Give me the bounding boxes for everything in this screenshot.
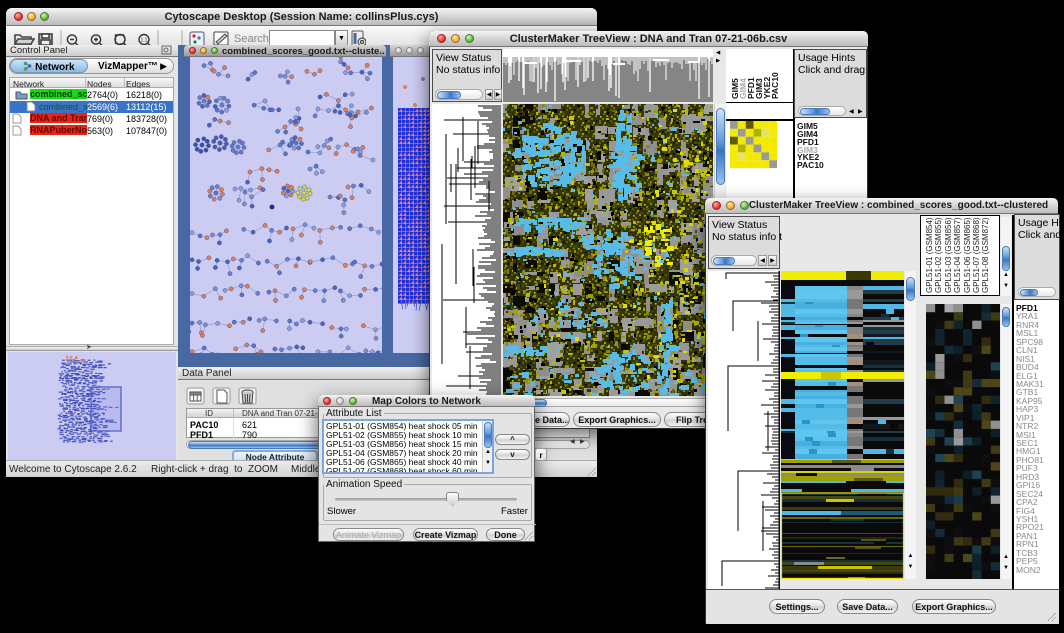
svg-text:1:1: 1:1	[141, 38, 148, 44]
